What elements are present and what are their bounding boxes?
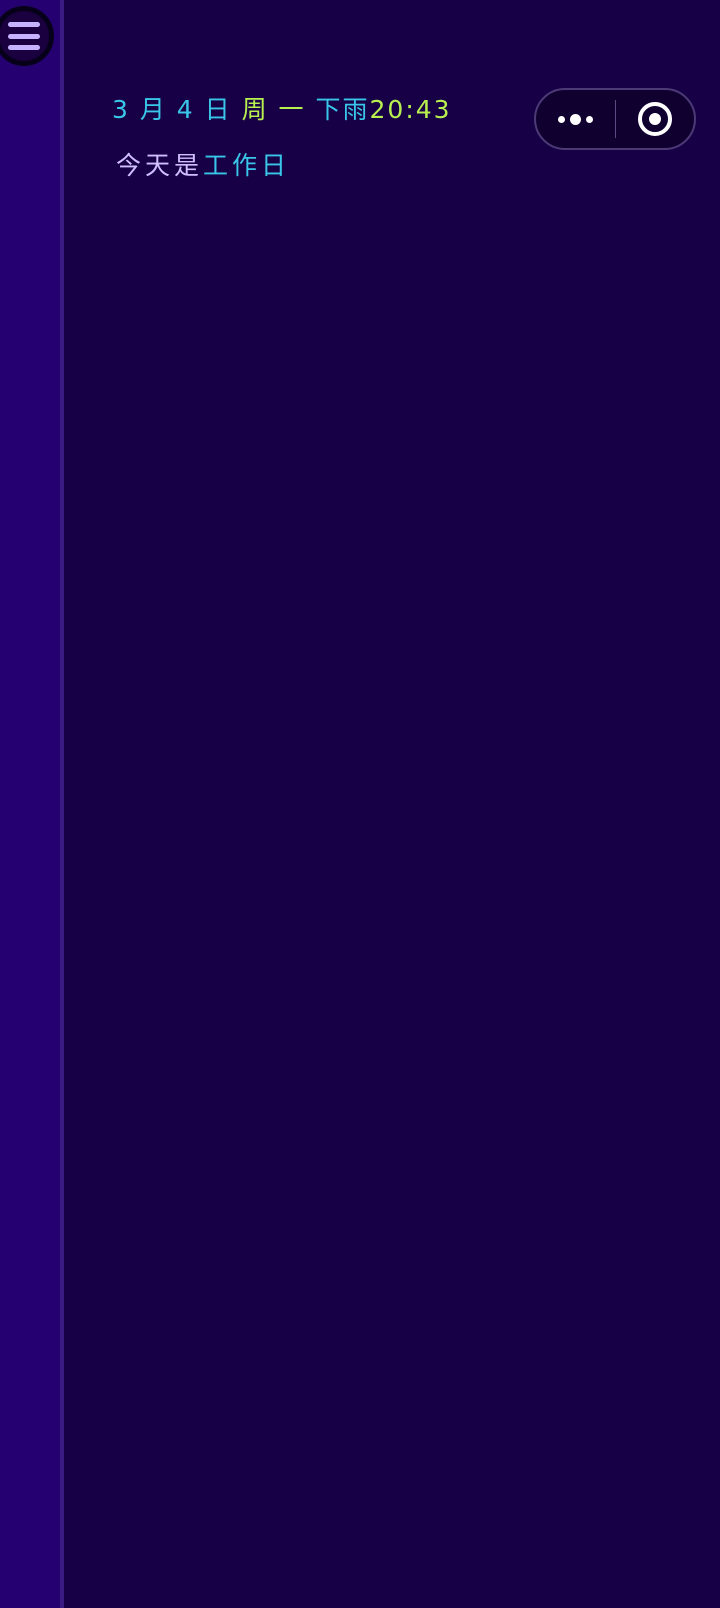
date-weather-time: 3 月 4 日 周 一 下雨20:43 <box>112 92 452 128</box>
time-text: 20:43 <box>369 95 452 124</box>
close-button[interactable] <box>616 90 695 148</box>
hamburger-line-top <box>8 22 40 27</box>
weather-text: 下雨 <box>315 95 370 124</box>
hamburger-line-middle <box>8 33 40 39</box>
date-text: 3 月 4 日 <box>112 95 232 124</box>
today-type: 工作日 <box>203 151 291 180</box>
app-screen: 3 月 4 日 周 一 下雨20:43 今天是工作日 <box>0 0 720 1608</box>
hamburger-line-bottom <box>8 45 40 50</box>
hamburger-menu-icon <box>8 22 40 50</box>
left-sidebar <box>0 0 64 1608</box>
today-status: 今天是工作日 <box>116 148 290 184</box>
weekday-text: 周 一 <box>241 95 306 124</box>
mini-program-capsule <box>534 88 696 150</box>
more-button[interactable] <box>536 90 615 148</box>
target-circle-icon <box>637 102 672 136</box>
more-dots-icon <box>557 113 593 125</box>
today-prefix: 今天是 <box>116 151 204 180</box>
